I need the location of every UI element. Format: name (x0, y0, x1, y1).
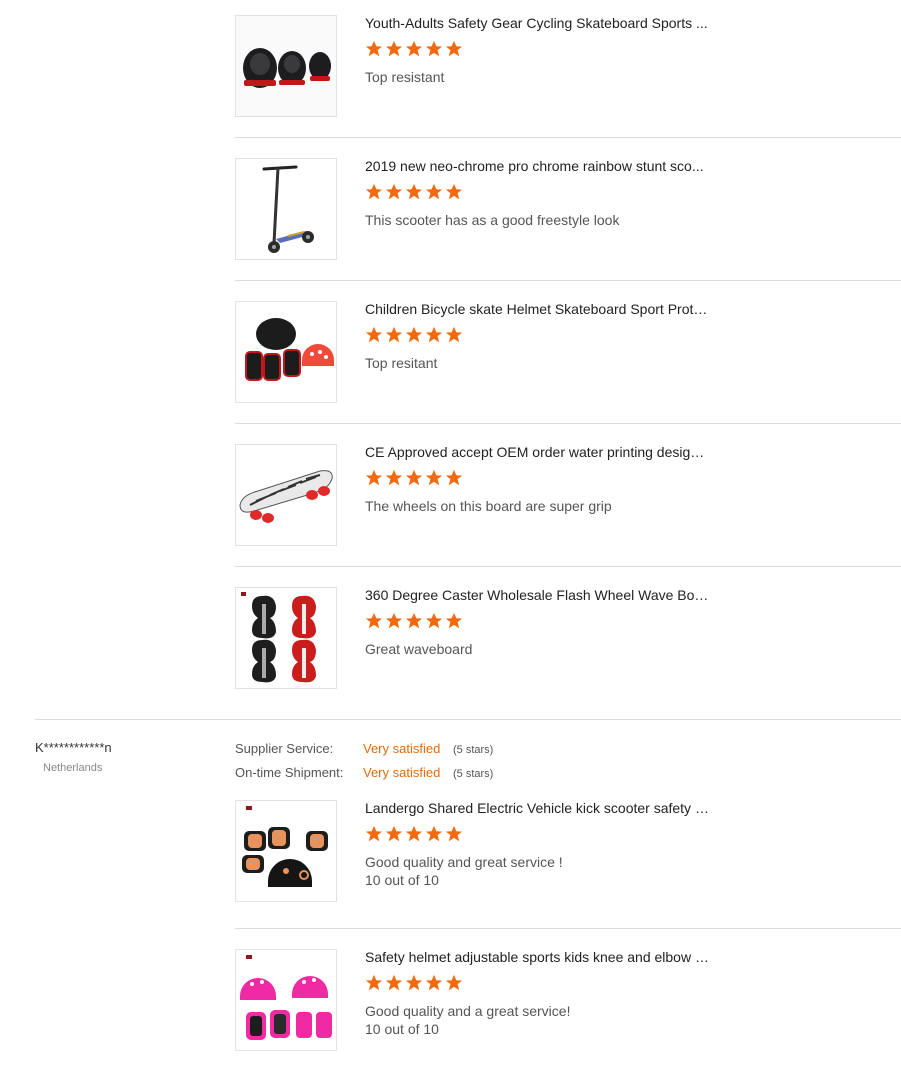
product-thumbnail[interactable] (235, 800, 337, 902)
star-icon (385, 326, 403, 343)
shipment-label: On-time Shipment: (235, 765, 344, 780)
star-icon (445, 974, 463, 991)
product-thumbnail[interactable] (235, 587, 337, 689)
divider (235, 928, 901, 929)
star-rating (365, 183, 463, 201)
reviewer-country: Netherlands (43, 762, 103, 774)
review-comment: This scooter has as a good freestyle loo… (365, 212, 620, 228)
star-icon (385, 974, 403, 991)
product-thumbnail[interactable] (235, 15, 337, 117)
star-icon (385, 825, 403, 842)
star-icon (445, 40, 463, 57)
star-icon (365, 469, 383, 486)
star-icon (425, 326, 443, 343)
review-comment: Good quality and great service ! 10 out … (365, 853, 805, 889)
star-icon (405, 40, 423, 57)
star-icon (385, 469, 403, 486)
product-thumbnail[interactable] (235, 158, 337, 260)
product-thumbnail[interactable] (235, 301, 337, 403)
star-icon (365, 974, 383, 991)
pink-helmet-set-icon (236, 950, 336, 1050)
product-title[interactable]: Safety helmet adjustable sports kids kne… (365, 949, 710, 965)
review-comment-line: 10 out of 10 (365, 872, 439, 888)
star-icon (405, 825, 423, 842)
star-icon (405, 326, 423, 343)
star-icon (425, 974, 443, 991)
star-icon (385, 612, 403, 629)
product-title[interactable]: Youth-Adults Safety Gear Cycling Skatebo… (365, 15, 710, 31)
star-icon (365, 326, 383, 343)
skateboard-icon (236, 445, 336, 545)
divider (235, 423, 901, 424)
review-comment: Top resistant (365, 69, 445, 85)
star-icon (365, 40, 383, 57)
product-thumbnail[interactable] (235, 444, 337, 546)
review-comment-line: 10 out of 10 (365, 1021, 439, 1037)
star-icon (405, 612, 423, 629)
star-rating (365, 326, 463, 344)
star-icon (385, 183, 403, 200)
star-icon (405, 183, 423, 200)
supplier-service-value: Very satisfied (363, 741, 441, 756)
review-comment: The wheels on this board are super grip (365, 498, 612, 514)
star-icon (425, 612, 443, 629)
star-icon (425, 825, 443, 842)
reviewer-name: K************n (35, 740, 112, 755)
review-comment: Great waveboard (365, 641, 473, 657)
star-icon (405, 974, 423, 991)
scooter-icon (236, 159, 336, 259)
star-icon (445, 183, 463, 200)
star-icon (405, 469, 423, 486)
review-comment-line: Good quality and a great service! (365, 1003, 571, 1019)
reviewer-divider (35, 719, 901, 720)
star-icon (445, 469, 463, 486)
product-title[interactable]: CE Approved accept OEM order water print… (365, 444, 710, 460)
star-rating (365, 974, 463, 992)
supplier-service-count: (5 stars) (453, 744, 494, 756)
star-icon (445, 825, 463, 842)
supplier-service-label: Supplier Service: (235, 741, 334, 756)
product-title[interactable]: Landergo Shared Electric Vehicle kick sc… (365, 800, 710, 816)
star-icon (365, 612, 383, 629)
star-icon (425, 40, 443, 57)
divider (235, 280, 901, 281)
review-comment: Top resitant (365, 355, 438, 371)
star-icon (385, 40, 403, 57)
safety-gear-set-icon (236, 801, 336, 901)
helmet-pads-set-icon (236, 302, 336, 402)
shipment-value: Very satisfied (363, 765, 441, 780)
product-title[interactable]: 360 Degree Caster Wholesale Flash Wheel … (365, 587, 710, 603)
divider (235, 566, 901, 567)
star-rating (365, 612, 463, 630)
review-comment: Good quality and a great service! 10 out… (365, 1002, 805, 1038)
star-rating (365, 469, 463, 487)
star-icon (445, 326, 463, 343)
star-rating (365, 825, 463, 843)
waveboard-icon (236, 588, 336, 688)
review-comment-line: Good quality and great service ! (365, 854, 563, 870)
star-icon (445, 612, 463, 629)
star-icon (365, 183, 383, 200)
shipment-count: (5 stars) (453, 768, 494, 780)
product-title[interactable]: Children Bicycle skate Helmet Skateboard… (365, 301, 710, 317)
star-icon (425, 469, 443, 486)
divider (235, 137, 901, 138)
product-title[interactable]: 2019 new neo-chrome pro chrome rainbow s… (365, 158, 710, 174)
star-icon (365, 825, 383, 842)
knee-pads-icon (236, 16, 336, 116)
star-icon (425, 183, 443, 200)
product-thumbnail[interactable] (235, 949, 337, 1051)
star-rating (365, 40, 463, 58)
